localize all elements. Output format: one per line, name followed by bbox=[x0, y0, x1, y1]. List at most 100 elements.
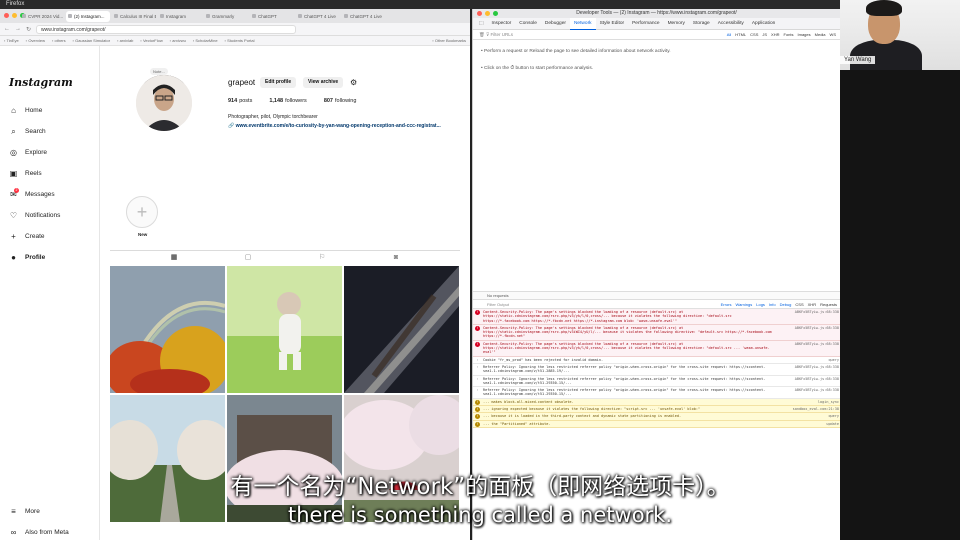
nav-create[interactable]: + Create bbox=[9, 230, 44, 242]
filter-all[interactable]: All bbox=[727, 30, 731, 40]
console-source-link[interactable]: sandbox_eval.com:21:38 bbox=[777, 407, 839, 411]
level-xhr[interactable]: XHR bbox=[808, 301, 816, 309]
new-highlight-button[interactable]: + bbox=[126, 196, 158, 228]
forward-arrow-icon[interactable]: → bbox=[15, 26, 21, 32]
level-errors[interactable]: Errors bbox=[721, 301, 732, 309]
nav-search[interactable]: ⌕ Search bbox=[9, 125, 45, 137]
profile-link[interactable]: 🔗 www.eventbrite.com/e/to-curiosity-by-y… bbox=[228, 123, 441, 129]
browser-tab[interactable]: ChatGPT 4 Live bbox=[342, 11, 386, 22]
browser-tab[interactable]: Calculus III Final E... bbox=[112, 11, 156, 22]
close-window-button[interactable] bbox=[477, 11, 482, 16]
browser-tab[interactable]: ChatGPT bbox=[250, 11, 294, 22]
minimize-window-button[interactable] bbox=[485, 11, 490, 16]
console-message-warn[interactable]: !... makes block-all-mixed-content obsol… bbox=[473, 398, 841, 407]
tab-storage[interactable]: Storage bbox=[689, 18, 714, 30]
bookmark-item[interactable]: Gaussian Simulator bbox=[73, 38, 110, 43]
browser-tab[interactable]: Instagram bbox=[158, 11, 202, 22]
nav-also-from-meta[interactable]: ∞ Also from Meta bbox=[9, 526, 69, 538]
nav-explore[interactable]: ◎ Explore bbox=[9, 146, 47, 158]
instagram-logo[interactable]: Instagram bbox=[9, 76, 73, 89]
console-message-log[interactable]: › Cookie "fr_ms_prod" has been rejected f… bbox=[473, 356, 841, 364]
browser-tab[interactable]: ChatGPT 4 Live bbox=[296, 11, 340, 22]
console-source-link[interactable]: ABKFx5BTyLw.js:68:338 bbox=[777, 310, 839, 314]
filter-html[interactable]: HTML bbox=[735, 30, 746, 40]
console-message-error[interactable]: ! Content-Security-Policy: The page's set… bbox=[473, 340, 841, 357]
console-source-link[interactable]: update bbox=[777, 422, 839, 426]
console-message-error[interactable]: ! Content-Security-Policy: The page's set… bbox=[473, 309, 841, 325]
zoom-window-button[interactable] bbox=[493, 11, 498, 16]
filter-css[interactable]: CSS bbox=[750, 30, 758, 40]
gear-icon[interactable]: ⚙ bbox=[350, 78, 357, 87]
nav-messages[interactable]: ✉ 2 Messages bbox=[9, 187, 55, 200]
address-input[interactable]: www.instagram.com/grapeot/ bbox=[36, 24, 297, 34]
console-message-log[interactable]: › Referrer Policy: Ignoring the less rest… bbox=[473, 387, 841, 399]
level-debug[interactable]: Debug bbox=[780, 301, 792, 309]
note-bubble[interactable]: Note... bbox=[150, 68, 168, 75]
post-thumbnail-rainbow-autumn[interactable] bbox=[110, 266, 225, 393]
browser-tab[interactable]: Grammarly bbox=[204, 11, 248, 22]
filter-js[interactable]: JS bbox=[762, 30, 767, 40]
trash-icon[interactable]: 🗑 bbox=[479, 32, 486, 38]
following-count[interactable]: 807 following bbox=[324, 98, 357, 104]
console-message-error[interactable]: ! Content-Security-Policy: The page's set… bbox=[473, 324, 841, 341]
console-source-link[interactable]: ABKFx5BTyLw.js:68:338 bbox=[777, 388, 839, 392]
bookmark-item[interactable]: VectorFlow bbox=[140, 38, 163, 43]
tab-posts-grid-icon[interactable]: ▦ bbox=[170, 254, 178, 262]
minimize-window-button[interactable] bbox=[12, 13, 17, 18]
level-css[interactable]: CSS bbox=[795, 301, 803, 309]
tab-style-editor[interactable]: Style Editor bbox=[596, 18, 629, 30]
browser-tab[interactable]: CVPR 2024 Vid... bbox=[20, 11, 64, 22]
nav-profile[interactable]: ● Profile bbox=[9, 251, 45, 263]
console-source-link[interactable]: query bbox=[777, 358, 839, 362]
tab-memory[interactable]: Memory bbox=[664, 18, 689, 30]
filter-ws[interactable]: WS bbox=[830, 30, 836, 40]
console-source-link[interactable]: ABKFx5BTyLw.js:68:338 bbox=[777, 342, 839, 346]
console-source-link[interactable]: login_sync bbox=[777, 400, 839, 404]
close-window-button[interactable] bbox=[4, 13, 9, 18]
level-logs[interactable]: Logs bbox=[756, 301, 765, 309]
menubar-app-name[interactable]: Firefox bbox=[6, 1, 24, 7]
nav-notifications[interactable]: ♡ Notifications bbox=[9, 209, 61, 221]
tab-tagged-icon[interactable]: ◙ bbox=[392, 254, 400, 262]
followers-count[interactable]: 1,148 followers bbox=[269, 98, 306, 104]
console-message-warn[interactable]: !... ignoring expected because it violat… bbox=[473, 406, 841, 414]
tab-application[interactable]: Application bbox=[748, 18, 779, 30]
bookmark-item[interactable]: arxivlab bbox=[117, 38, 134, 43]
post-thumbnail-milky-way[interactable] bbox=[344, 266, 459, 393]
tab-inspector[interactable]: Inspector bbox=[488, 18, 516, 30]
browser-tab-active[interactable]: (2) Instagram... bbox=[66, 10, 110, 22]
view-archive-button[interactable]: View archive bbox=[303, 77, 344, 88]
console-filter-input[interactable]: Filter Output bbox=[487, 302, 509, 307]
filter-urls-input[interactable]: Filter URLs bbox=[491, 32, 514, 37]
level-warnings[interactable]: Warnings bbox=[736, 301, 753, 309]
bookmark-item[interactable]: Students Portal bbox=[225, 38, 254, 43]
filter-images[interactable]: Images bbox=[798, 30, 811, 40]
level-info[interactable]: Info bbox=[769, 301, 776, 309]
bookmark-item[interactable]: ScholarMine bbox=[193, 38, 217, 43]
tab-saved-bookmark-icon[interactable]: ⚐ bbox=[318, 254, 326, 262]
reload-icon[interactable]: ↻ bbox=[26, 26, 31, 33]
edit-profile-button[interactable]: Edit profile bbox=[260, 77, 297, 88]
console-source-link[interactable]: ABKFx5BTyLw.js:68:338 bbox=[777, 365, 839, 369]
console-source-link[interactable]: ABKFx5BTyLw.js:68:338 bbox=[777, 377, 839, 381]
console-message-warn[interactable]: !... the "Partitioned" attribute. update bbox=[473, 420, 841, 428]
nav-reels[interactable]: ▣ Reels bbox=[9, 167, 42, 179]
bookmark-item[interactable]: arxivwu bbox=[170, 38, 186, 43]
post-thumbnail-child-garden[interactable] bbox=[227, 266, 342, 393]
tab-network[interactable]: Network bbox=[569, 17, 596, 30]
filter-fonts[interactable]: Fonts bbox=[784, 30, 794, 40]
console-source-link[interactable]: ABKFx5BTyLw.js:68:338 bbox=[777, 326, 839, 330]
profile-avatar[interactable] bbox=[136, 75, 192, 131]
filter-xhr[interactable]: XHR bbox=[771, 30, 779, 40]
other-bookmarks[interactable]: Other Bookmarks bbox=[432, 38, 466, 43]
back-arrow-icon[interactable]: ← bbox=[4, 26, 10, 32]
console-message-log[interactable]: › Referrer Policy: Ignoring the less rest… bbox=[473, 375, 841, 388]
bookmark-item[interactable]: others bbox=[52, 38, 66, 43]
tab-console[interactable]: Console bbox=[515, 18, 541, 30]
console-message-log[interactable]: › Referrer Policy: Ignoring the less rest… bbox=[473, 363, 841, 376]
element-picker-icon[interactable]: ⬚ bbox=[475, 18, 488, 30]
tab-accessibility[interactable]: Accessibility bbox=[714, 18, 748, 30]
bookmark-item[interactable]: Overview bbox=[26, 38, 45, 43]
console-message-warn[interactable]: !... because it is loaded in the third-p… bbox=[473, 413, 841, 421]
nav-home[interactable]: ⌂ Home bbox=[9, 104, 42, 116]
